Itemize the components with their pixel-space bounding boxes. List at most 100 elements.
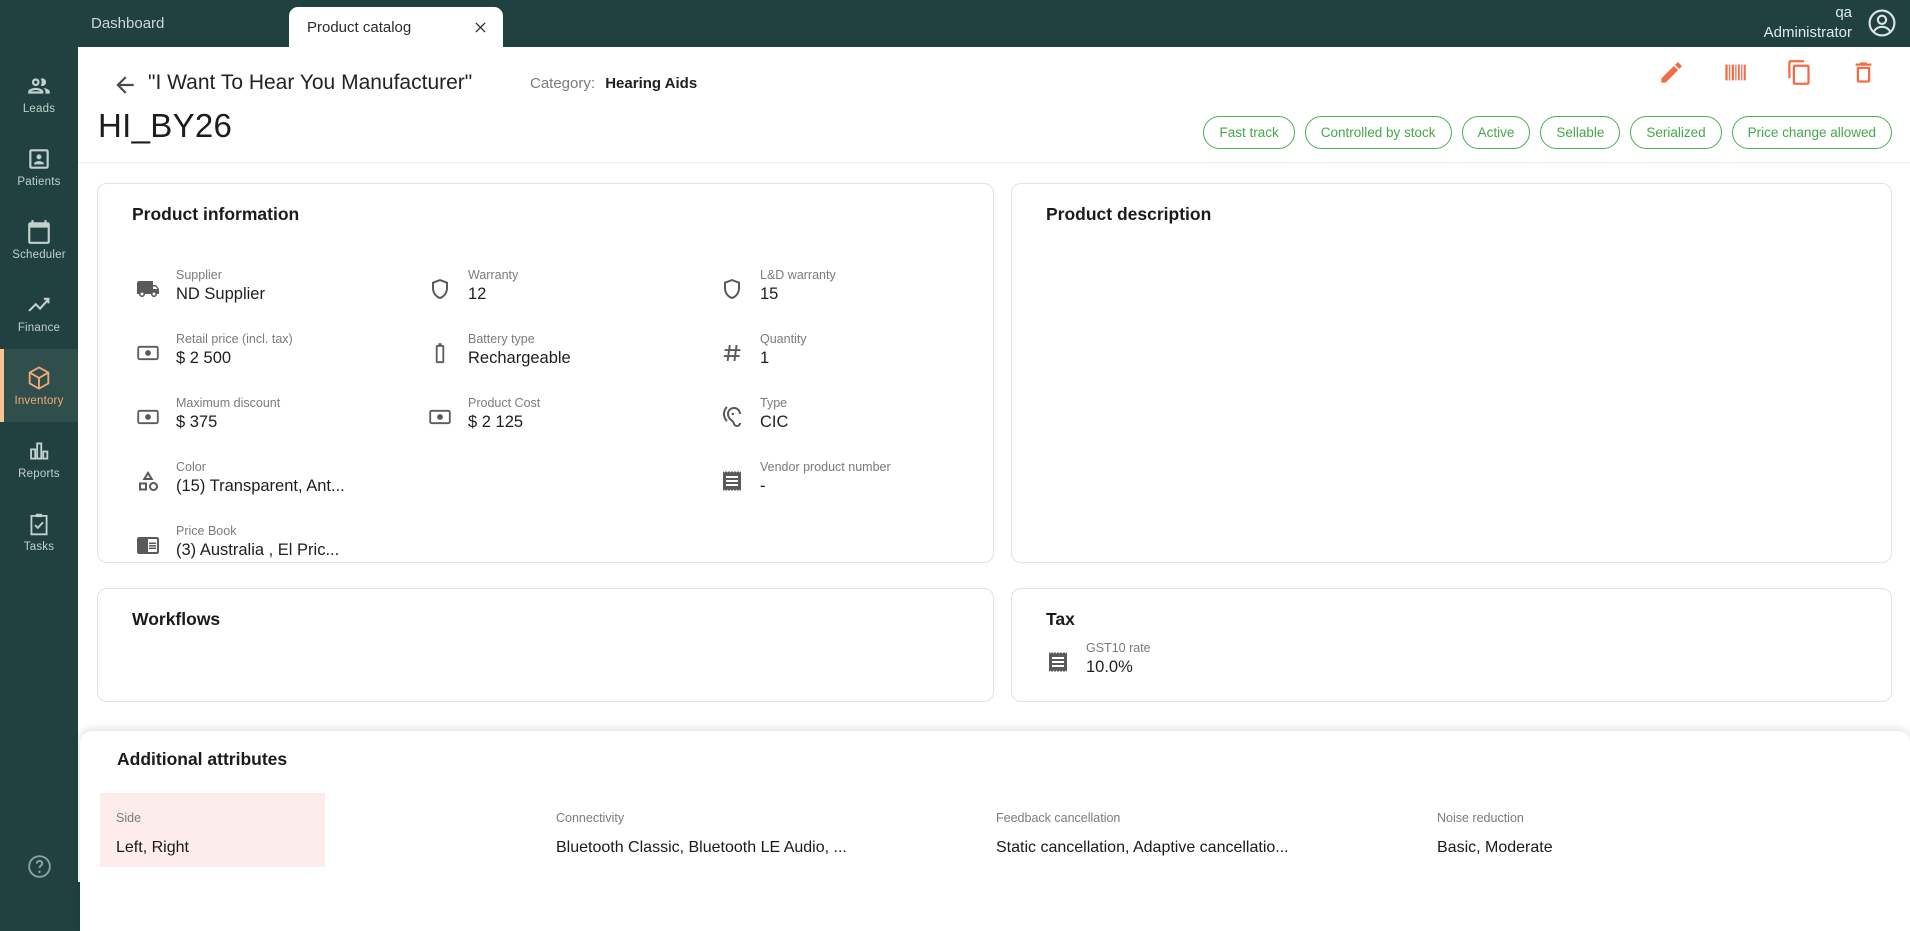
field-price-book: Price Book (3) Australia , El Pric...: [136, 496, 428, 560]
product-description-card: Product description: [1011, 183, 1892, 563]
field-value: (3) Australia , El Pric...: [176, 541, 340, 559]
battery-icon: [428, 341, 452, 365]
field-color: Color (15) Transparent, Ant...: [136, 432, 428, 496]
help-icon[interactable]: [26, 853, 53, 880]
header-actions: [1658, 59, 1877, 86]
status-badge: Price change allowed: [1731, 116, 1892, 149]
hash-icon: [720, 341, 744, 365]
field-label: Vendor product number: [760, 460, 891, 474]
shield-icon: [720, 277, 744, 301]
field-value: $ 2 500: [176, 349, 232, 367]
field-label: Maximum discount: [176, 396, 281, 410]
attribute-label: Feedback cancellation: [996, 811, 1121, 825]
ear-icon: [720, 405, 744, 429]
field-label: GST10 rate: [1086, 641, 1151, 655]
barcode-icon[interactable]: [1722, 59, 1749, 86]
field-value: 12: [468, 285, 487, 303]
field-label: Warranty: [468, 268, 519, 282]
status-badge: Controlled by stock: [1304, 116, 1452, 149]
sidebar-item-label: Finance: [17, 321, 61, 334]
attribute-value: Basic, Moderate: [1437, 839, 1553, 856]
field-value: 10.0%: [1086, 658, 1133, 676]
sidebar: Leads Patients Scheduler Finance Invento…: [0, 47, 78, 882]
sidebar-item-label: Reports: [18, 467, 60, 480]
card-title: Tax: [1046, 609, 1075, 629]
attribute-value: Static cancellation, Adaptive cancellati…: [996, 839, 1289, 856]
trash-icon[interactable]: [1850, 59, 1877, 86]
sidebar-item-reports[interactable]: Reports: [0, 422, 78, 495]
money-icon: [136, 405, 160, 429]
field-label: Product Cost: [468, 396, 541, 410]
field-value: -: [760, 477, 766, 495]
money-icon: [136, 341, 160, 365]
field-label: Retail price (incl. tax): [176, 332, 293, 346]
field-retail-price: Retail price (incl. tax) $ 2 500: [136, 304, 428, 368]
field-maximum-discount: Maximum discount $ 375: [136, 368, 428, 432]
field-type: Type CIC: [720, 368, 1012, 432]
tax-card: Tax GST10 rate 10.0%: [1011, 588, 1892, 702]
field-vendor-product-number: Vendor product number -: [720, 432, 1012, 496]
attribute-side: Side Left, Right: [100, 793, 325, 867]
field-label: Color: [176, 460, 206, 474]
top-bar: Dashboard Product catalog qa Administrat…: [0, 0, 1910, 47]
finance-chart-icon: [26, 292, 52, 318]
field-warranty: Warranty 12: [428, 240, 720, 304]
page-title: "I Want To Hear You Manufacturer": [148, 71, 473, 94]
pencil-icon[interactable]: [1658, 59, 1685, 86]
money-icon: [428, 405, 452, 429]
truck-icon: [136, 277, 160, 301]
tab-product-catalog-label: Product catalog: [307, 18, 412, 36]
shapes-icon: [136, 469, 160, 493]
sidebar-item-leads[interactable]: Leads: [0, 57, 78, 130]
attribute-value: Left, Right: [116, 839, 189, 856]
field-ld-warranty: L&D warranty 15: [720, 240, 1012, 304]
sidebar-item-label: Inventory: [14, 394, 64, 407]
sidebar-item-patients[interactable]: Patients: [0, 130, 78, 203]
field-label: Quantity: [760, 332, 807, 346]
field-label: L&D warranty: [760, 268, 836, 282]
attribute-label: Noise reduction: [1437, 811, 1524, 825]
patient-card-icon: [26, 146, 52, 172]
back-arrow-icon[interactable]: [112, 72, 138, 98]
card-title: Product description: [1046, 204, 1212, 224]
attribute-value: Bluetooth Classic, Bluetooth LE Audio, .…: [556, 839, 847, 856]
calendar-icon: [26, 219, 52, 245]
receipt-icon: [720, 469, 744, 493]
field-label: Type: [760, 396, 788, 410]
user-role: Administrator: [1763, 24, 1852, 41]
user-info: qa Administrator: [1764, 3, 1852, 43]
sidebar-item-label: Scheduler: [12, 248, 66, 261]
copy-icon[interactable]: [1786, 59, 1813, 86]
field-value: 1: [760, 349, 770, 367]
category-value: Hearing Aids: [605, 75, 698, 92]
sidebar-item-finance[interactable]: Finance: [0, 276, 78, 349]
sidebar-item-inventory[interactable]: Inventory: [0, 349, 78, 422]
field-value: 15: [760, 285, 779, 303]
main-content: "I Want To Hear You Manufacturer" Catego…: [78, 47, 1910, 931]
close-icon[interactable]: [471, 18, 489, 36]
sidebar-item-tasks[interactable]: Tasks: [0, 495, 78, 568]
sidebar-item-label: Leads: [22, 102, 56, 115]
receipt-icon: [1046, 650, 1070, 674]
leads-people-icon: [26, 73, 52, 99]
tab-dashboard[interactable]: Dashboard: [91, 0, 164, 47]
shield-icon: [428, 277, 452, 301]
status-badge: Fast track: [1203, 116, 1295, 149]
product-information-card: Product information Supplier ND Supplier…: [97, 183, 994, 563]
breadcrumb-category: Category: Hearing Aids: [530, 75, 697, 92]
sidebar-nav: Leads Patients Scheduler Finance Invento…: [0, 57, 78, 568]
status-badge: Sellable: [1540, 116, 1621, 149]
field-label: Price Book: [176, 524, 237, 538]
field-supplier: Supplier ND Supplier: [136, 240, 428, 304]
account-circle-icon[interactable]: [1866, 7, 1898, 39]
category-label: Category:: [530, 75, 596, 92]
field-value: Rechargeable: [468, 349, 571, 367]
field-value: ND Supplier: [176, 285, 265, 303]
field-label: Battery type: [468, 332, 535, 346]
card-title: Product information: [132, 204, 300, 224]
attribute-noise-reduction: Noise reduction Basic, Moderate: [1421, 793, 1569, 867]
sidebar-item-scheduler[interactable]: Scheduler: [0, 203, 78, 276]
sidebar-item-label: Patients: [17, 175, 61, 188]
tab-product-catalog[interactable]: Product catalog: [289, 7, 503, 47]
product-code: HI_BY26: [98, 107, 233, 144]
